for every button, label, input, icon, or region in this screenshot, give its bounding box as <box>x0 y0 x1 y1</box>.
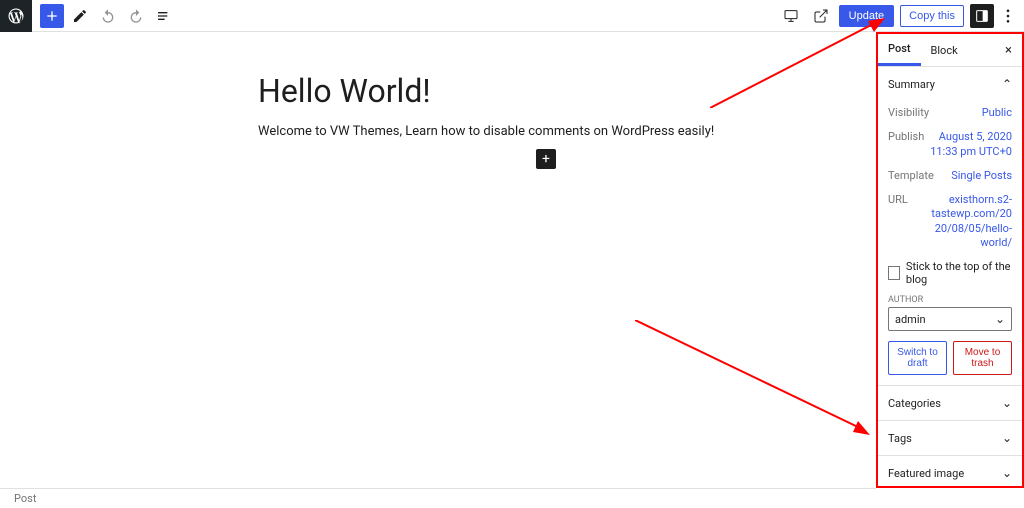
chevron-down-icon: ⌄ <box>995 312 1005 326</box>
editor-canvas[interactable]: Hello World! Welcome to VW Themes, Learn… <box>0 32 876 488</box>
copy-this-button[interactable]: Copy this <box>900 5 964 27</box>
panel-featured-image-label: Featured image <box>888 467 964 480</box>
panel-summary-head[interactable]: Summary ⌃ <box>878 67 1022 101</box>
settings-sidebar: Post Block × Summary ⌃ Visibility Public… <box>876 32 1024 488</box>
panel-featured-image-head[interactable]: Featured image ⌄ <box>878 456 1022 488</box>
publish-label: Publish <box>888 130 924 159</box>
wordpress-logo[interactable] <box>0 0 32 32</box>
move-to-trash-button[interactable]: Move to trash <box>953 341 1012 375</box>
document-overview-button[interactable] <box>152 4 176 28</box>
publish-value[interactable]: August 5, 2020 11:33 pm UTC+0 <box>927 130 1012 159</box>
preview-desktop-icon[interactable] <box>779 4 803 28</box>
switch-to-draft-button[interactable]: Switch to draft <box>888 341 947 375</box>
close-sidebar-icon[interactable]: × <box>995 37 1022 64</box>
left-toolbar-group <box>32 4 176 28</box>
url-row[interactable]: URL existhorn.s2-tastewp.com/2020/08/05/… <box>888 188 1012 255</box>
footer-breadcrumb: Post <box>0 488 876 508</box>
external-link-icon[interactable] <box>809 4 833 28</box>
url-label: URL <box>888 193 908 250</box>
panel-featured-image: Featured image ⌄ <box>878 456 1022 488</box>
action-button-row: Switch to draft Move to trash <box>888 341 1012 375</box>
sticky-checkbox[interactable] <box>888 266 900 280</box>
right-toolbar-group: Update Copy this <box>779 4 1024 28</box>
panel-categories-label: Categories <box>888 397 941 410</box>
visibility-row[interactable]: Visibility Public <box>888 101 1012 125</box>
inline-add-block-button[interactable]: + <box>536 149 556 169</box>
chevron-down-icon: ⌄ <box>1002 466 1012 480</box>
panel-categories: Categories ⌄ <box>878 386 1022 421</box>
sidebar-tabs: Post Block × <box>878 34 1022 67</box>
template-label: Template <box>888 169 934 183</box>
publish-row[interactable]: Publish August 5, 2020 11:33 pm UTC+0 <box>888 125 1012 164</box>
edit-tool-button[interactable] <box>68 4 92 28</box>
author-select[interactable]: admin ⌄ <box>888 307 1012 331</box>
sticky-label: Stick to the top of the blog <box>906 260 1012 286</box>
panel-summary-label: Summary <box>888 78 935 91</box>
post-paragraph[interactable]: Welcome to VW Themes, Learn how to disab… <box>258 124 836 139</box>
post-title[interactable]: Hello World! <box>258 72 836 110</box>
breadcrumb-path[interactable]: Post <box>14 492 36 505</box>
settings-toggle-button[interactable] <box>970 4 994 28</box>
panel-tags-head[interactable]: Tags ⌄ <box>878 421 1022 455</box>
panel-tags-label: Tags <box>888 432 912 445</box>
panel-summary-body: Visibility Public Publish August 5, 2020… <box>878 101 1022 385</box>
author-heading: AUTHOR <box>888 291 1012 307</box>
panel-categories-head[interactable]: Categories ⌄ <box>878 386 1022 420</box>
chevron-up-icon: ⌃ <box>1002 77 1012 91</box>
author-value: admin <box>895 313 926 326</box>
main-container: Hello World! Welcome to VW Themes, Learn… <box>0 32 1024 488</box>
sticky-row[interactable]: Stick to the top of the blog <box>888 255 1012 291</box>
panel-tags: Tags ⌄ <box>878 421 1022 456</box>
chevron-down-icon: ⌄ <box>1002 396 1012 410</box>
url-value[interactable]: existhorn.s2-tastewp.com/2020/08/05/hell… <box>927 193 1012 250</box>
top-toolbar: Update Copy this <box>0 0 1024 32</box>
visibility-label: Visibility <box>888 106 929 120</box>
redo-button[interactable] <box>124 4 148 28</box>
chevron-down-icon: ⌄ <box>1002 431 1012 445</box>
panel-summary: Summary ⌃ Visibility Public Publish Augu… <box>878 67 1022 386</box>
template-value[interactable]: Single Posts <box>951 169 1012 183</box>
tab-block[interactable]: Block <box>921 36 968 65</box>
undo-button[interactable] <box>96 4 120 28</box>
more-options-icon[interactable] <box>1000 4 1016 28</box>
tab-post[interactable]: Post <box>878 34 921 66</box>
add-block-button[interactable] <box>40 4 64 28</box>
visibility-value[interactable]: Public <box>982 106 1012 120</box>
update-button[interactable]: Update <box>839 5 894 27</box>
template-row[interactable]: Template Single Posts <box>888 164 1012 188</box>
